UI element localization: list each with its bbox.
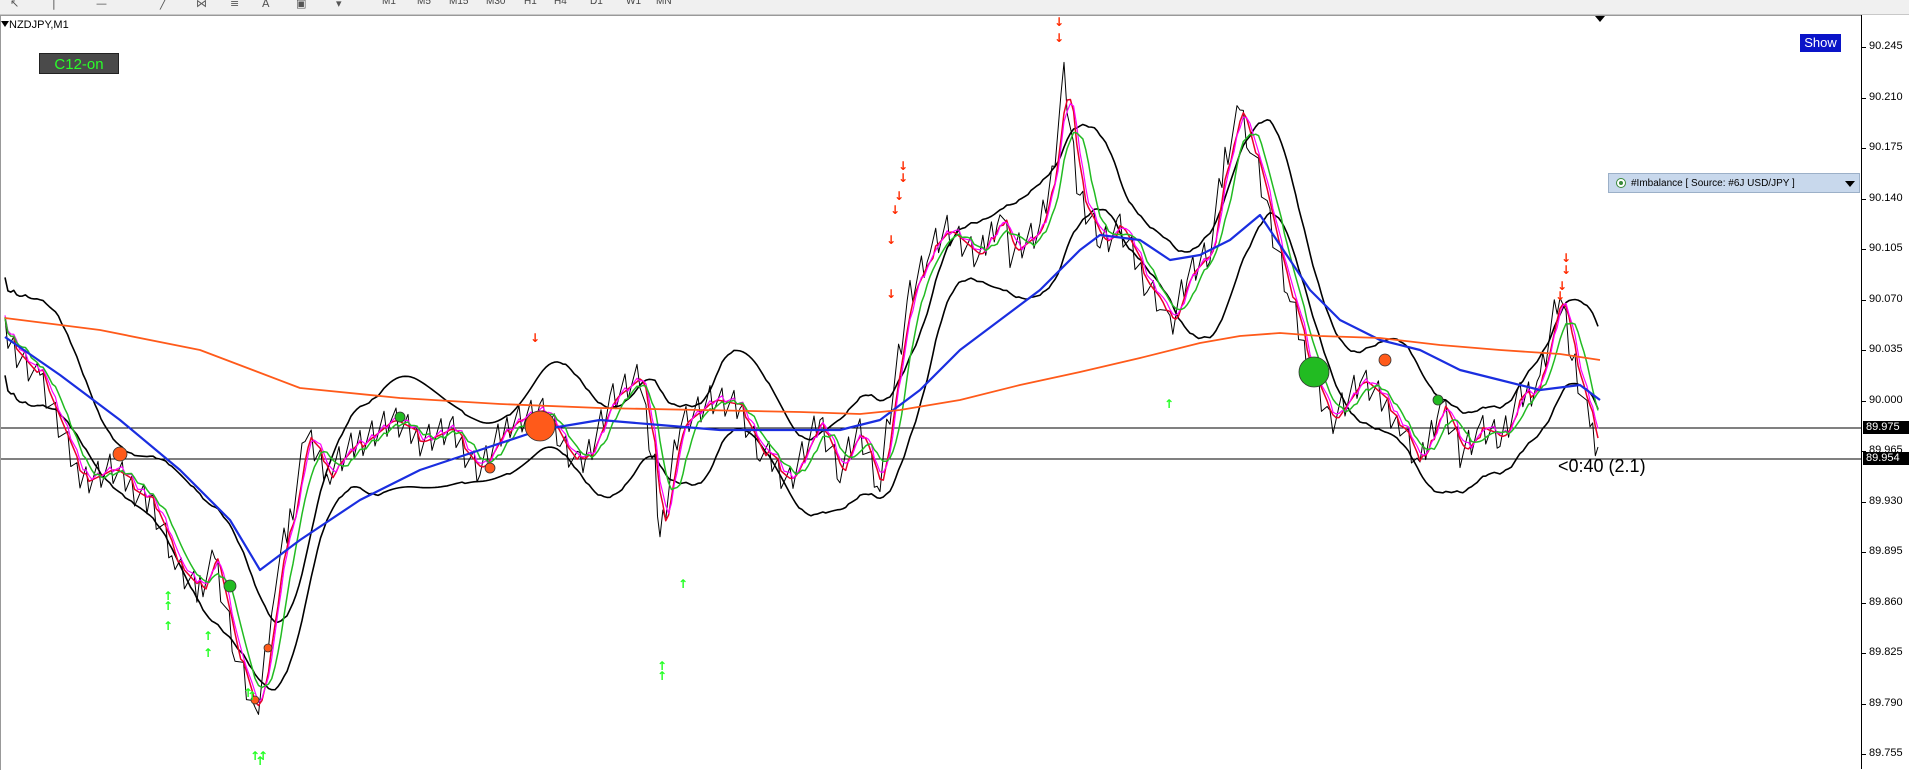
price-tag-upper: 89.975	[1863, 421, 1909, 434]
envelope-lower-line	[4, 208, 1599, 691]
buy-arrow-icon: ↑	[657, 669, 667, 683]
c12-button[interactable]: C12-on	[39, 53, 119, 74]
sell-arrow-icon: ↓	[898, 171, 908, 185]
buy-arrow-icon: ↑	[247, 689, 257, 703]
price-tick-label: 90.140	[1869, 191, 1903, 204]
price-tick-mark	[1862, 400, 1866, 402]
price-tick-label: 89.965	[1869, 444, 1903, 456]
price-tick-mark	[1862, 350, 1866, 351]
envelope-upper-line	[4, 119, 1599, 623]
buy-arrow-icon: ↑	[1164, 397, 1174, 411]
chart-shift-marker-icon[interactable]	[1595, 16, 1605, 22]
buy-arrow-icon: ↑	[258, 749, 268, 763]
sell-arrow-icon: ↓	[1555, 289, 1565, 303]
price-tick-mark	[1862, 602, 1866, 604]
imbalance-indicator-panel[interactable]: #Imbalance [ Source: #6J USD/JPY ]	[1608, 173, 1860, 193]
ma-blue-line	[4, 213, 1601, 572]
sell-arrow-icon: ↓	[886, 287, 896, 301]
signal-dot	[484, 462, 496, 474]
sell-arrow-icon: ↓	[1054, 31, 1064, 45]
price-tick-label: 89.755	[1869, 747, 1903, 759]
price-tick-mark	[1862, 754, 1866, 755]
imbalance-label: #Imbalance [ Source: #6J USD/JPY ]	[1631, 178, 1795, 189]
signal-dot	[223, 579, 237, 593]
indicator-status-icon	[1616, 178, 1626, 188]
price-axis[interactable]: 89.975 89.954 90.245 90.210 90.175 90.140 90…	[1861, 15, 1909, 769]
price-tick-mark	[1862, 451, 1866, 452]
buy-arrow-icon: ↑	[163, 599, 173, 613]
price-tick-mark	[1862, 552, 1866, 553]
ma-fast-red-line	[4, 98, 1599, 707]
signal-dot	[1432, 394, 1444, 406]
price-tick-label: 89.790	[1869, 696, 1903, 709]
signal-dot	[1378, 353, 1392, 367]
price-tick-label: 90.105	[1869, 242, 1903, 254]
price-tick-label: 89.895	[1869, 545, 1903, 557]
price-tick-mark	[1862, 47, 1866, 48]
candle-timer-label: <0:40 (2.1)	[1558, 456, 1646, 476]
price-tick-mark	[1862, 653, 1866, 654]
ma-magenta-line	[4, 102, 1599, 703]
price-tick-mark	[1862, 501, 1866, 503]
dropdown-caret-icon[interactable]	[1845, 181, 1855, 187]
show-button[interactable]: Show	[1799, 33, 1842, 53]
price-tick-label: 90.000	[1869, 393, 1903, 406]
chart-plot: ↑↑↑↑↑↑↑↑↑↑↑↑↑↑↓↓↓↓↓↓↓↓↓↓↓↓↓	[1, 15, 1861, 768]
price-tick-mark	[1862, 198, 1866, 200]
signal-dot	[263, 643, 273, 653]
price-tick-label: 90.210	[1869, 90, 1903, 103]
buy-arrow-icon: ↑	[163, 619, 173, 633]
price-tick-label: 90.070	[1869, 292, 1903, 305]
signal-dot	[394, 411, 406, 423]
price-tick-mark	[1862, 249, 1866, 250]
ma-green-line	[4, 131, 1599, 689]
sell-arrow-icon: ↓	[530, 331, 540, 345]
buy-arrow-icon: ↑	[203, 646, 213, 660]
price-tick-mark	[1862, 148, 1866, 149]
sell-arrow-icon: ↓	[1054, 15, 1064, 29]
price-tick-label: 89.860	[1869, 595, 1903, 608]
buy-arrow-icon: ↑	[678, 577, 688, 591]
sell-arrow-icon: ↓	[1561, 263, 1571, 277]
price-tick-label: 90.175	[1869, 141, 1903, 153]
chart-menu-caret-icon[interactable]	[1, 21, 9, 27]
sell-arrow-icon: ↓	[894, 189, 904, 203]
signal-dot	[112, 446, 128, 462]
signal-dot	[1298, 356, 1330, 388]
price-tick-mark	[1862, 703, 1866, 705]
signal-dot	[524, 410, 556, 442]
price-tick-mark	[1862, 97, 1866, 99]
price-tick-label: 89.825	[1869, 646, 1903, 658]
price-tick-label: 89.930	[1869, 494, 1903, 507]
price-tick-mark	[1862, 299, 1866, 301]
sell-arrow-icon: ↓	[886, 233, 896, 247]
price-tick-label: 90.035	[1869, 343, 1903, 355]
price-tick-label: 90.245	[1869, 40, 1903, 52]
sell-arrow-icon: ↓	[890, 203, 900, 217]
ma-orange-line	[4, 317, 1601, 415]
symbol-label: NZDJPY,M1	[9, 19, 69, 31]
buy-arrow-icon: ↑	[203, 629, 213, 643]
